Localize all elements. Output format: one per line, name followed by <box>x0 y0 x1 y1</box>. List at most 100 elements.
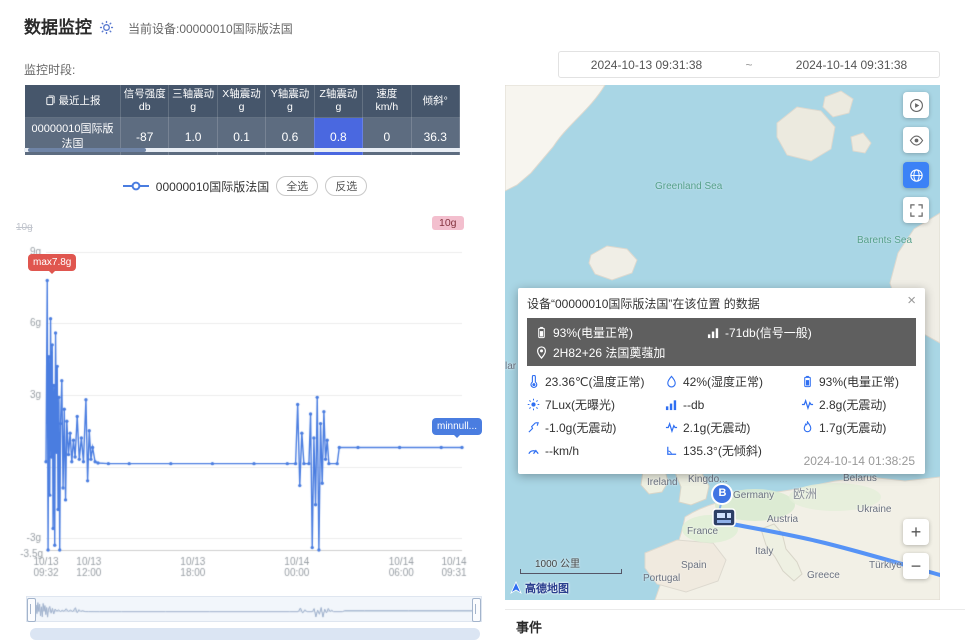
globe-layer-button[interactable] <box>903 162 929 188</box>
sensor-reading: 1.7g(无震动) <box>801 419 916 436</box>
sensor-reading: 93%(电量正常) <box>801 373 916 390</box>
y-max-badge[interactable]: 10g <box>432 216 464 230</box>
period-label: 监控时段: <box>24 61 75 78</box>
land-svalbard <box>777 107 835 161</box>
zoom-out-button[interactable]: − <box>903 553 929 579</box>
y-max-struck-label: 10g <box>16 222 33 233</box>
date-end[interactable]: 2024-10-14 09:31:38 <box>764 58 939 72</box>
humidity-icon <box>665 375 678 388</box>
location-icon <box>535 346 548 359</box>
battery-icon <box>801 375 814 388</box>
table-header-cell: 最近上报 <box>25 85 121 118</box>
popup-close-icon[interactable]: × <box>907 292 916 309</box>
date-separator: ~ <box>734 58 764 72</box>
battery-icon <box>535 326 548 339</box>
vibration-icon <box>801 398 814 411</box>
settings-icon[interactable] <box>99 20 114 35</box>
table-header-cell: 信号强度 db <box>121 85 169 118</box>
sensor-reading: --km/h <box>527 442 665 459</box>
popup-summary-item: 93%(电量正常) <box>535 324 703 341</box>
table-header-cell: 倾斜° <box>411 85 459 118</box>
series-marker-icon[interactable] <box>123 181 149 191</box>
play-track-button[interactable] <box>903 92 929 118</box>
table-header-cell: 速度 km/h <box>363 85 411 118</box>
map-scale-label: 1000 公里 <box>535 555 580 570</box>
map-provider-label: 高德地图 <box>525 580 569 596</box>
signal-icon <box>707 326 720 339</box>
map-label: Spain <box>681 560 707 571</box>
sensor-reading: 2.1g(无震动) <box>665 419 801 436</box>
sensor-reading: 23.36℃(温度正常) <box>527 373 665 390</box>
visibility-button[interactable] <box>903 127 929 153</box>
speed-icon <box>527 444 540 457</box>
map-label: Italy <box>755 546 773 557</box>
device-info-popup: 设备“00000010国际版法国”在该位置 的数据 × 93%(电量正常)-71… <box>518 288 925 474</box>
invert-select-button[interactable]: 反选 <box>325 176 367 196</box>
map[interactable]: Greenland Sea Barents Sea Ireland Kingdo...… <box>505 85 940 600</box>
angle-icon <box>665 444 678 457</box>
popup-summary-item: 2H82+26 法国薁蔃加 <box>535 344 703 361</box>
light-icon <box>527 398 540 411</box>
report-table: 最近上报信号强度 db三轴震动 gX轴震动 gY轴震动 gZ轴震动 g速度 km… <box>24 84 460 156</box>
date-start[interactable]: 2024-10-13 09:31:38 <box>559 58 734 72</box>
max-value-pin: max7.8g <box>28 254 76 271</box>
events-title: 事件 <box>516 617 542 636</box>
table-scrollbar[interactable] <box>24 148 460 152</box>
popup-sensor-grid: 23.36℃(温度正常)42%(湿度正常)93%(电量正常)7Lux(无曝光)-… <box>527 373 916 459</box>
vibration-icon <box>665 421 678 434</box>
legend-series-label[interactable]: 00000010国际版法国 <box>156 178 269 195</box>
sensor-reading: 7Lux(无曝光) <box>527 396 665 413</box>
popup-summary-item: -71db(信号一般) <box>707 324 812 341</box>
page-title: 数据监控 <box>24 13 92 38</box>
popup-title: 设备“00000010国际版法国”在该位置 的数据 <box>527 295 916 312</box>
datazoom-handle-left[interactable] <box>27 598 36 622</box>
flash-icon <box>801 421 814 434</box>
popup-timestamp: 2024-10-14 01:38:25 <box>804 454 915 468</box>
device-marker <box>713 509 735 526</box>
line-chart[interactable]: 10g 10g max7.8g minnull... <box>12 214 474 586</box>
map-label: Ukraine <box>857 504 891 515</box>
current-device-label: 当前设备:00000010国际版法国 <box>128 20 293 37</box>
map-label: lar <box>505 361 516 372</box>
datazoom-mini-chart <box>27 597 481 621</box>
map-label: Portugal <box>643 573 680 584</box>
sea-label: Barents Sea <box>857 235 912 246</box>
table-header-cell: Z轴震动 g <box>314 85 362 118</box>
fullscreen-button[interactable] <box>903 197 929 223</box>
sensor-reading: -1.0g(无震动) <box>527 419 665 436</box>
map-label: Germany <box>733 490 774 501</box>
land-greenland <box>505 85 605 191</box>
table-header-cell: 三轴震动 g <box>169 85 217 118</box>
shake-icon <box>527 421 540 434</box>
horizontal-scrollbar[interactable] <box>30 628 480 640</box>
table-scrollbar-thumb[interactable] <box>28 148 146 152</box>
map-provider-logo: 高德地图 <box>509 580 569 596</box>
report-icon <box>45 95 56 106</box>
report-table-head: 最近上报信号强度 db三轴震动 gX轴震动 gY轴震动 gZ轴震动 g速度 km… <box>25 85 460 118</box>
sensor-reading: 42%(湿度正常) <box>665 373 801 390</box>
datazoom-handle-right[interactable] <box>472 598 481 622</box>
map-label: Austria <box>767 514 798 525</box>
date-range-picker[interactable]: 2024-10-13 09:31:38 ~ 2024-10-14 09:31:3… <box>558 51 940 78</box>
zoom-in-button[interactable]: + <box>903 519 929 545</box>
map-label: Belarus <box>843 473 877 484</box>
table-header-cell: X轴震动 g <box>217 85 265 118</box>
sensor-reading: --db <box>665 396 801 413</box>
land-iceland <box>589 246 637 280</box>
amap-logo-icon <box>509 581 523 595</box>
min-value-pin: minnull... <box>432 418 482 435</box>
select-all-button[interactable]: 全选 <box>276 176 318 196</box>
table-header-cell: Y轴震动 g <box>266 85 314 118</box>
events-section: 事件 <box>505 609 965 643</box>
thermometer-icon <box>527 375 540 388</box>
sensor-reading: 2.8g(无震动) <box>801 396 916 413</box>
map-label: Kingdo... <box>688 474 727 485</box>
signal-icon <box>665 398 678 411</box>
map-label: 欧洲 <box>793 485 817 502</box>
sea-label: Greenland Sea <box>655 181 722 192</box>
start-marker-label[interactable]: B <box>717 487 728 499</box>
map-label: Ireland <box>647 477 678 488</box>
chart-canvas[interactable] <box>12 214 474 586</box>
datazoom-slider[interactable] <box>26 596 482 622</box>
map-scale-bar <box>520 569 622 574</box>
